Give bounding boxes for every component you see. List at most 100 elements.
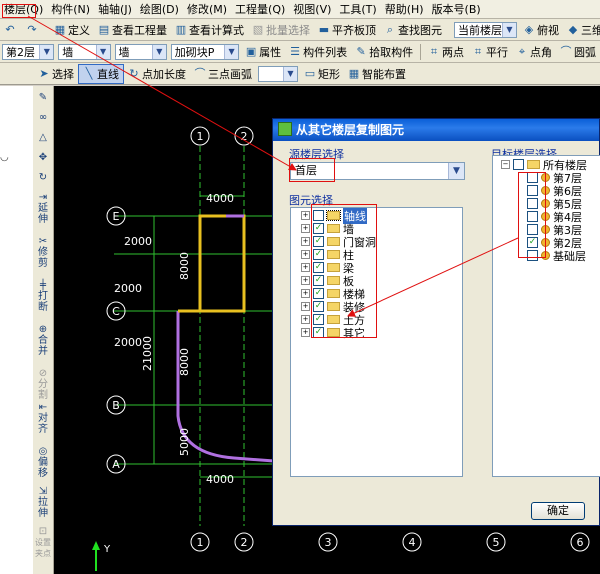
menu-component[interactable]: 构件(N) <box>47 1 94 17</box>
tool-link-icon[interactable]: ∞ <box>34 112 52 123</box>
checkbox[interactable] <box>527 172 538 183</box>
split-button[interactable]: ⊘ 分割 <box>34 368 52 401</box>
component-subtype-select[interactable]: 墙 ▼ <box>114 43 167 60</box>
merge-button[interactable]: ⊕ 合并 <box>34 324 52 357</box>
tool-rotate-icon[interactable]: ↻ <box>34 172 52 183</box>
collapse-icon[interactable]: − <box>501 160 510 169</box>
menu-axis[interactable]: 轴轴(J) <box>94 1 136 17</box>
top-view-button[interactable]: ◈ 俯视 <box>519 21 563 39</box>
checkbox[interactable]: ✓ <box>313 223 324 234</box>
checkbox[interactable]: ✓ <box>313 275 324 286</box>
view-formula-button[interactable]: ▥ 查看计算式 <box>171 21 248 39</box>
checkbox[interactable] <box>527 224 538 235</box>
redo-icon: ↷ <box>27 22 37 36</box>
two-points-button[interactable]: ⌗ 两点 <box>424 43 468 61</box>
break-button[interactable]: ╪ 打断 <box>34 280 52 313</box>
expand-icon[interactable]: + <box>301 315 310 324</box>
ok-button[interactable]: 确定 <box>531 502 585 520</box>
tool-move-icon[interactable]: ✥ <box>34 152 52 163</box>
expand-icon[interactable]: + <box>301 276 310 285</box>
tree-item-axis[interactable]: + 轴线 <box>301 207 367 224</box>
component-name-select[interactable]: 加砌块P ▼ <box>170 43 240 60</box>
menu-quantity[interactable]: 工程量(Q) <box>231 1 289 17</box>
menu-tools[interactable]: 工具(T) <box>335 1 380 17</box>
source-floor-select[interactable]: 首层 ▼ <box>290 162 465 180</box>
expand-icon[interactable]: + <box>301 263 310 272</box>
align-slab-top-button[interactable]: ▬ 平齐板顶 <box>314 21 380 39</box>
view-quantity-button[interactable]: ▤ 查看工程量 <box>94 21 171 39</box>
menu-version[interactable]: 版本号(B) <box>428 1 485 17</box>
rectangle-button[interactable]: ▭ 矩形 <box>300 65 344 83</box>
properties-button[interactable]: ▣ 属性 <box>241 43 285 61</box>
two-points-icon: ⌗ <box>430 44 438 58</box>
menu-view[interactable]: 视图(V) <box>289 1 335 17</box>
batch-select-button[interactable]: ▧ 批量选择 <box>248 21 314 39</box>
expand-icon[interactable]: + <box>301 250 310 259</box>
menu-floor[interactable]: 楼层(Q) <box>0 1 47 17</box>
dialog-titlebar[interactable]: 从其它楼层复制图元 <box>273 119 599 141</box>
expand-icon[interactable]: + <box>301 211 310 220</box>
current-floor-combo[interactable]: 当前楼层 ▼ <box>454 21 517 38</box>
component-list-button[interactable]: ☰ 构件列表 <box>285 43 351 61</box>
pick-component-button[interactable]: ✎ 拾取构件 <box>351 43 417 61</box>
checkbox[interactable]: ✓ <box>313 327 324 338</box>
checkbox[interactable]: ✓ <box>527 237 538 248</box>
point-extend-button[interactable]: ↻ 点加长度 <box>124 65 190 83</box>
expand-icon[interactable]: + <box>301 302 310 311</box>
expand-icon[interactable]: + <box>301 328 310 337</box>
trim-button[interactable]: ✂ 修剪 <box>34 236 52 269</box>
checkbox[interactable]: ✓ <box>313 236 324 247</box>
checkbox[interactable] <box>313 210 324 221</box>
find-element-button[interactable]: ⌕ 查找图元 <box>380 21 446 39</box>
checkbox[interactable] <box>513 159 524 170</box>
tree-item-other[interactable]: + ✓ 其它 <box>301 326 365 340</box>
stretch-button[interactable]: ⇲ 拉伸 <box>34 486 52 519</box>
parallel-icon: ⌗ <box>474 44 482 58</box>
arc-button[interactable]: ⌒ 圆弧 <box>556 43 600 61</box>
arc-mode-select[interactable]: ▼ <box>258 65 298 82</box>
target-floor-tree[interactable]: − 所有楼层 第7层 第6层 第5层 第4层 第3层 ✓ 第2层 基础层 <box>492 155 600 477</box>
parallel-button[interactable]: ⌗ 平行 <box>468 43 512 61</box>
checkbox[interactable] <box>527 198 538 209</box>
tool-triangle-icon[interactable]: △ <box>34 132 52 143</box>
select-button[interactable]: ➤ 选择 <box>34 65 78 83</box>
menu-help[interactable]: 帮助(H) <box>381 1 428 17</box>
floor-icon <box>541 199 550 208</box>
checkbox[interactable] <box>527 250 538 261</box>
checkbox[interactable]: ✓ <box>313 288 324 299</box>
chevron-down-icon: ▼ <box>502 22 516 37</box>
smart-layout-button[interactable]: ▦ 智能布置 <box>344 65 410 83</box>
col-label: 6 <box>577 536 584 549</box>
grip-setting-button[interactable]: ⊡ 设置夹点 <box>34 526 52 559</box>
redo-button[interactable]: ↷ <box>22 21 44 39</box>
menu-modify[interactable]: 修改(M) <box>183 1 231 17</box>
line-button[interactable]: ╲ 直线 <box>78 63 124 84</box>
extend-button[interactable]: ⇥ 延伸 <box>34 192 52 225</box>
expand-icon[interactable]: + <box>301 289 310 298</box>
3d-view-button[interactable]: ◆三维 <box>563 21 600 39</box>
col-label: 1 <box>197 536 204 549</box>
three-point-arc-button[interactable]: ⌒ 三点画弧 <box>190 65 256 83</box>
component-type-select[interactable]: 墙 ▼ <box>58 43 111 60</box>
dimensions: 4000 4000 2000 2000 2000 21000 8000 8000… <box>114 192 234 486</box>
checkbox[interactable] <box>527 185 538 196</box>
define-button[interactable]: ▦ 定义 <box>50 21 94 39</box>
floor-select[interactable]: 第2层 ▼ <box>2 43 55 60</box>
expand-icon[interactable]: + <box>301 224 310 233</box>
checkbox[interactable]: ✓ <box>313 249 324 260</box>
expand-icon[interactable]: + <box>301 237 310 246</box>
tool-pencil-icon[interactable]: ✎ <box>34 92 52 103</box>
align-button[interactable]: ⇤ 对齐 <box>34 402 52 435</box>
tree-item-opening[interactable]: + ✓ 门窗洞 <box>301 235 376 249</box>
point-angle-button[interactable]: ⌖ 点角 <box>512 43 556 61</box>
offset-button[interactable]: ◎ 偏移 <box>34 446 52 479</box>
checkbox[interactable]: ✓ <box>313 262 324 273</box>
menu-draw[interactable]: 绘图(D) <box>136 1 183 17</box>
floor-icon <box>541 186 550 195</box>
checkbox[interactable]: ✓ <box>313 301 324 312</box>
tree-item-foundation[interactable]: 基础层 <box>527 249 586 263</box>
undo-button[interactable]: ↶ <box>0 21 22 39</box>
element-tree[interactable]: + 轴线 + ✓ 墙 + ✓ 门窗洞 + ✓ 柱 + ✓ 梁 + ✓ 板 + ✓ 楼梯 + ✓ 装修 + ✓ 土方… <box>290 207 463 477</box>
checkbox[interactable] <box>527 211 538 222</box>
checkbox[interactable]: ✓ <box>313 314 324 325</box>
